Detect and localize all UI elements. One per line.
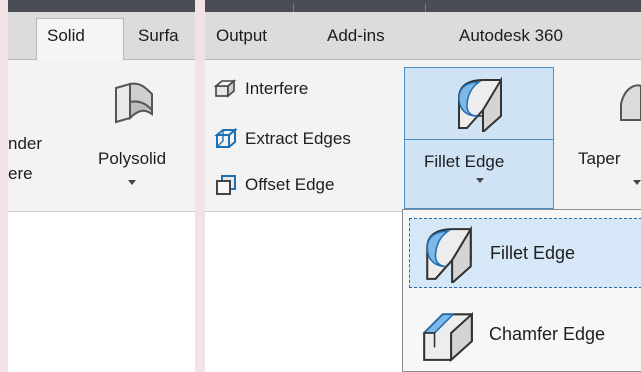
taper-button-partial[interactable]: Taper [573,60,641,210]
polysolid-icon [115,82,153,124]
tab-output[interactable]: Output [216,26,267,46]
taper-icon [620,84,641,121]
ribbon-tab-bar: Solid Surfa [8,12,195,61]
left-margin [0,0,8,372]
chevron-down-icon[interactable] [476,178,484,183]
interfere-button[interactable]: Interfere [213,74,308,104]
chamfer-edge-icon [422,311,473,363]
tab-solid[interactable]: Solid [47,26,85,46]
fillet-edge-top[interactable] [405,68,553,140]
ribbon-panel-left: nder ere Polysolid [8,60,195,212]
fillet-edge-split-button[interactable]: Fillet Edge [404,67,554,209]
sphere-button-label-partial[interactable]: ere [8,164,33,184]
tab-add-ins[interactable]: Add-ins [327,26,385,46]
chevron-down-icon [633,180,641,185]
offset-edge-icon [216,175,236,195]
fillet-edge-icon [426,225,472,283]
taper-label: Taper [578,149,621,168]
polysolid-label: Polysolid [98,149,167,168]
fillet-dropdown-menu: Fillet Edge Chamfer Edge [402,209,641,372]
strip-notch [425,4,426,12]
extract-edges-label: Extract Edges [245,129,351,148]
title-strip [8,0,195,12]
tab-surface[interactable]: Surfa [138,26,179,46]
dropdown-item-label: Fillet Edge [490,243,576,263]
dropdown-item-label: Chamfer Edge [489,324,606,344]
offset-edge-label: Offset Edge [245,175,335,194]
extract-edges-icon [214,127,238,148]
extract-edges-button[interactable]: Extract Edges [213,124,351,154]
ribbon-tab-bar: Output Add-ins Autodesk 360 [205,12,641,60]
fillet-edge-icon [458,76,502,132]
title-strip [205,0,641,12]
screenshot-gap [195,0,205,372]
offset-edge-button[interactable]: Offset Edge [213,170,334,200]
tab-autodesk-360[interactable]: Autodesk 360 [459,26,563,46]
polysolid-button[interactable]: Polysolid [92,60,192,210]
dropdown-item-chamfer-edge[interactable]: Chamfer Edge [409,300,641,370]
chevron-down-icon [128,180,136,185]
fillet-edge-label: Fillet Edge [424,152,505,171]
interfere-label: Interfere [245,79,309,98]
cylinder-button-label-partial[interactable]: nder [8,134,42,154]
dropdown-item-fillet-edge[interactable]: Fillet Edge [409,218,641,288]
strip-notch [293,4,294,12]
interfere-icon [213,79,237,98]
